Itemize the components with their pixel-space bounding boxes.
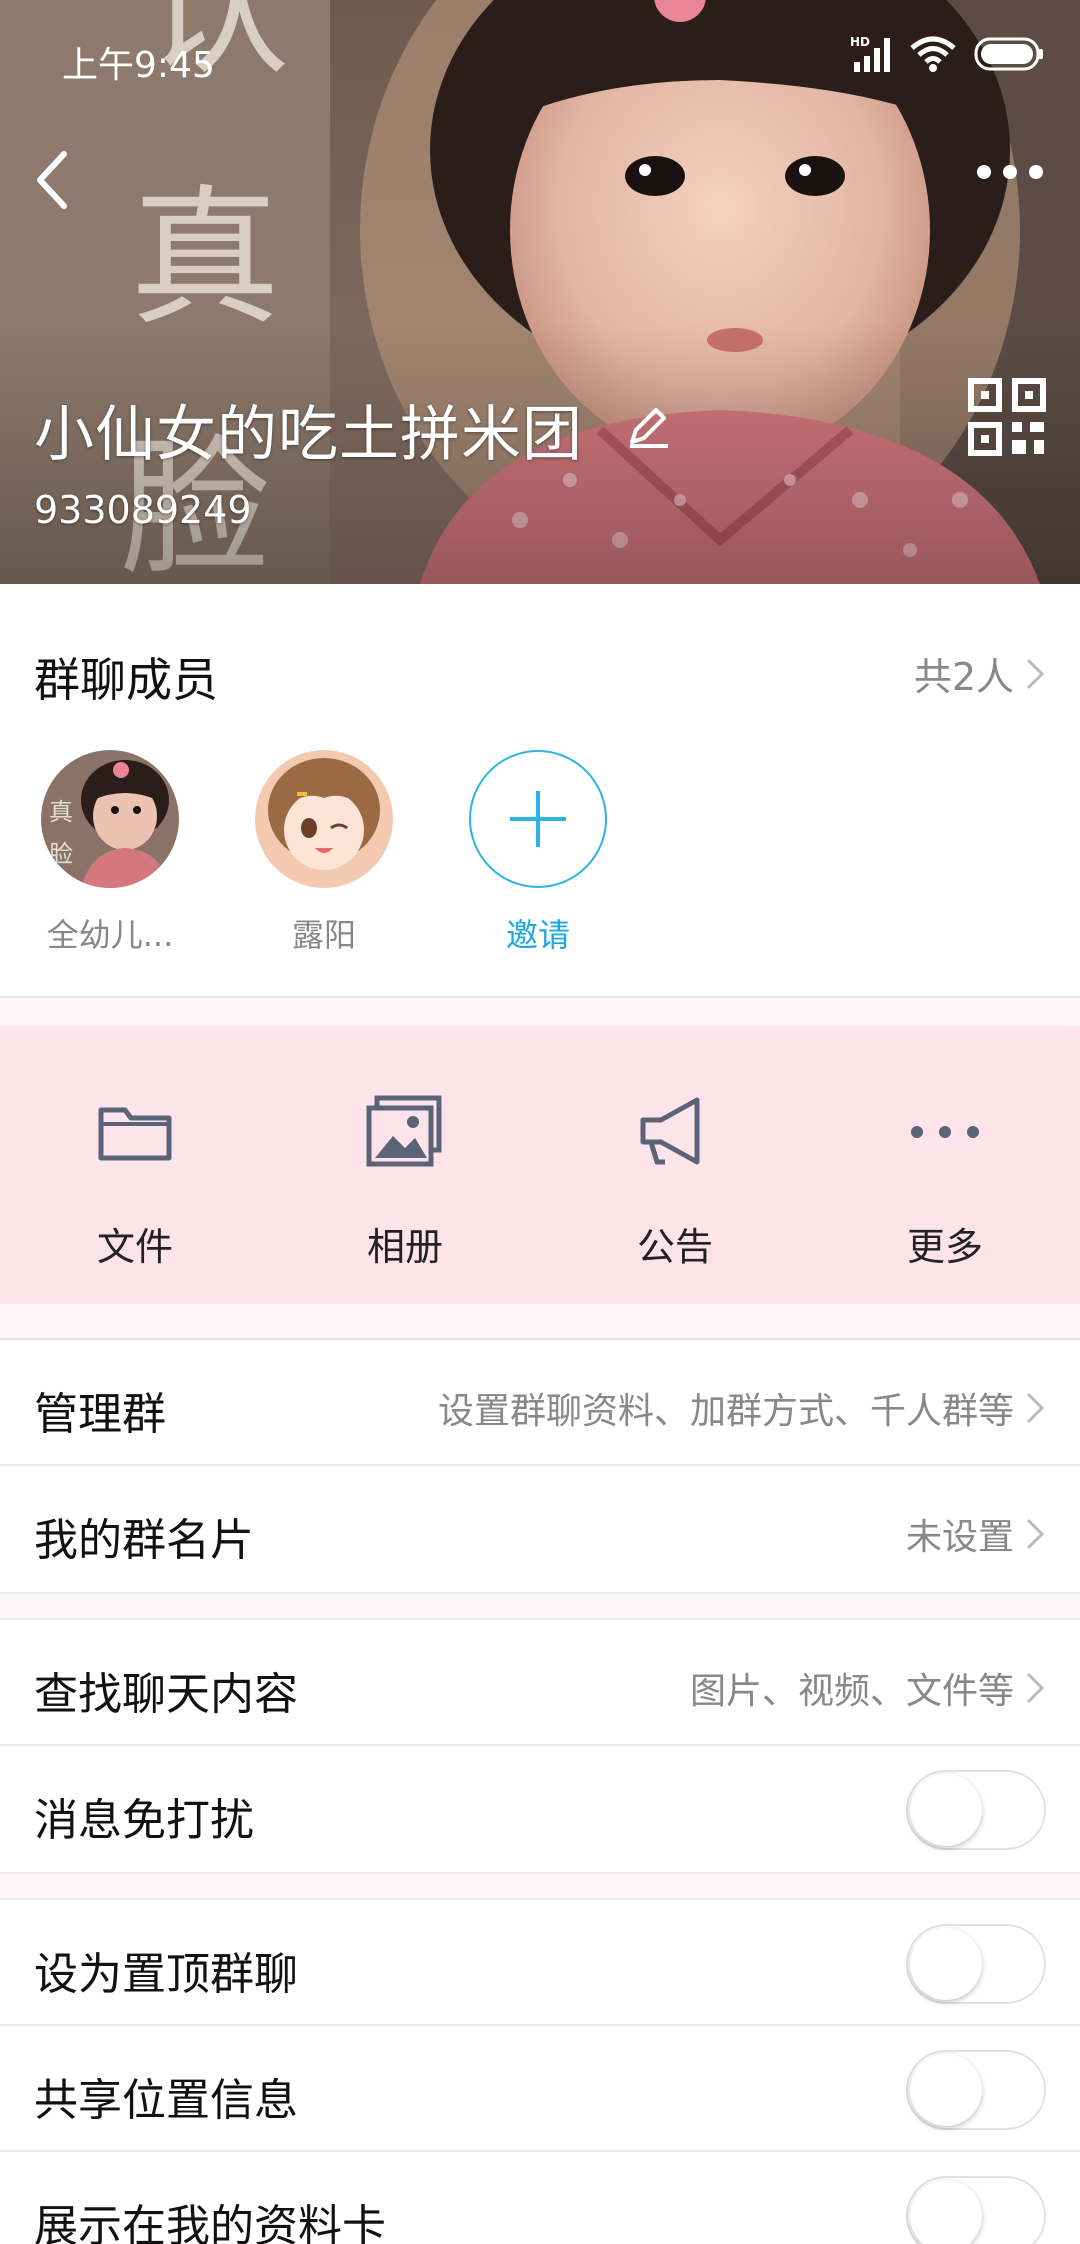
quick-actions-area: 文件 相册 公告 更多	[0, 998, 1080, 1338]
status-icons: HD	[850, 34, 1044, 74]
group-number: 933089249	[34, 488, 252, 532]
manage-group-value: 设置群聊资料、加群方式、千人群等	[437, 1391, 1014, 1432]
more-dots-icon	[911, 1126, 979, 1138]
plus-icon	[510, 791, 566, 847]
cover-glyph-2: 真	[130, 172, 280, 346]
invite-label: 邀请	[505, 916, 570, 954]
status-time: 上午9:45	[62, 45, 215, 86]
mute-label: 消息免打扰	[34, 1795, 254, 1846]
group-card-value-wrap: 未设置	[906, 1508, 1046, 1560]
member-item[interactable]: 露阳	[254, 750, 394, 956]
search-chat-value: 图片、视频、文件等	[689, 1671, 1014, 1712]
group-card-row[interactable]: 我的群名片 未设置	[0, 1466, 1080, 1592]
group-card-value: 未设置	[905, 1517, 1014, 1558]
member-name: 全幼儿...	[46, 916, 174, 954]
show-on-profile-toggle[interactable]	[906, 2176, 1046, 2244]
invite-circle[interactable]	[469, 750, 607, 888]
member-item[interactable]: 真 脸 全幼儿...	[40, 750, 180, 956]
toggle-knob	[910, 2054, 982, 2126]
avatar[interactable]: 真 脸	[41, 750, 179, 888]
battery-icon	[974, 37, 1043, 71]
group-header: 认 真 脸 上午9:45 HD	[0, 0, 1080, 584]
album-button[interactable]: 相册	[270, 1026, 540, 1304]
section-gap	[0, 1872, 1080, 1900]
pin-chat-toggle[interactable]	[906, 1924, 1046, 2004]
wifi-icon	[910, 36, 956, 72]
chevron-right-icon	[1026, 1518, 1045, 1550]
avatar-girl-image: 真 脸	[41, 750, 179, 888]
svg-text:脸: 脸	[49, 840, 73, 868]
announcement-label: 公告	[636, 1225, 713, 1269]
manage-group-row[interactable]: 管理群 设置群聊资料、加群方式、千人群等	[0, 1340, 1080, 1466]
section-gap	[0, 1592, 1080, 1620]
members-count: 共2人	[913, 655, 1014, 699]
svg-text:真: 真	[49, 798, 73, 826]
status-bar: 上午9:45 HD	[0, 0, 1080, 116]
edit-name-icon[interactable]	[624, 402, 672, 450]
chevron-right-icon	[1026, 658, 1045, 689]
search-chat-value-wrap: 图片、视频、文件等	[690, 1662, 1046, 1714]
album-label: 相册	[366, 1225, 443, 1269]
network-badge: HD	[850, 35, 870, 49]
search-chat-row[interactable]: 查找聊天内容 图片、视频、文件等	[0, 1620, 1080, 1746]
member-name: 露阳	[291, 916, 356, 954]
chevron-right-icon	[1026, 1672, 1045, 1704]
toggle-knob	[910, 1774, 982, 1846]
pin-chat-label: 设为置顶群聊	[34, 1949, 298, 2000]
cellular-signal-icon: HD	[850, 35, 890, 72]
share-location-row[interactable]: 共享位置信息	[0, 2026, 1080, 2152]
announcement-button[interactable]: 公告	[540, 1026, 810, 1304]
share-location-label: 共享位置信息	[34, 2075, 298, 2126]
mute-row[interactable]: 消息免打扰	[0, 1746, 1080, 1872]
search-chat-label: 查找聊天内容	[34, 1669, 298, 1720]
qr-code-icon[interactable]	[968, 378, 1046, 456]
more-options-button[interactable]	[970, 152, 1050, 192]
chevron-right-icon	[1026, 1392, 1045, 1424]
members-section: 群聊成员 共2人 真 脸 全幼儿... 露阳 邀请	[0, 584, 1080, 998]
folder-icon	[98, 1107, 172, 1161]
toggle-knob	[910, 2180, 982, 2244]
show-on-profile-row[interactable]: 展示在我的资料卡	[0, 2152, 1080, 2244]
files-button[interactable]: 文件	[0, 1026, 270, 1304]
megaphone-icon	[640, 1097, 700, 1165]
invite-member-button[interactable]: 邀请	[468, 750, 608, 956]
manage-group-value-wrap: 设置群聊资料、加群方式、千人群等	[438, 1382, 1046, 1434]
more-actions-button[interactable]: 更多	[810, 1026, 1080, 1304]
back-button[interactable]	[18, 140, 90, 220]
members-count-link[interactable]: 共2人	[914, 646, 1046, 701]
manage-group-label: 管理群	[34, 1389, 166, 1440]
group-name: 小仙女的吃土拼米团	[34, 400, 583, 470]
more-actions-label: 更多	[906, 1225, 983, 1269]
avatar-anime-image	[255, 750, 393, 888]
quick-actions-bar: 文件 相册 公告 更多	[0, 1026, 1080, 1304]
show-on-profile-label: 展示在我的资料卡	[34, 2201, 386, 2244]
mute-toggle[interactable]	[906, 1770, 1046, 1850]
pin-chat-row[interactable]: 设为置顶群聊	[0, 1900, 1080, 2026]
avatar[interactable]	[255, 750, 393, 888]
group-card-label: 我的群名片	[34, 1515, 254, 1566]
files-label: 文件	[96, 1225, 173, 1269]
share-location-toggle[interactable]	[906, 2050, 1046, 2130]
album-icon	[366, 1095, 442, 1167]
toggle-knob	[910, 1928, 982, 2000]
members-title: 群聊成员	[34, 653, 218, 707]
